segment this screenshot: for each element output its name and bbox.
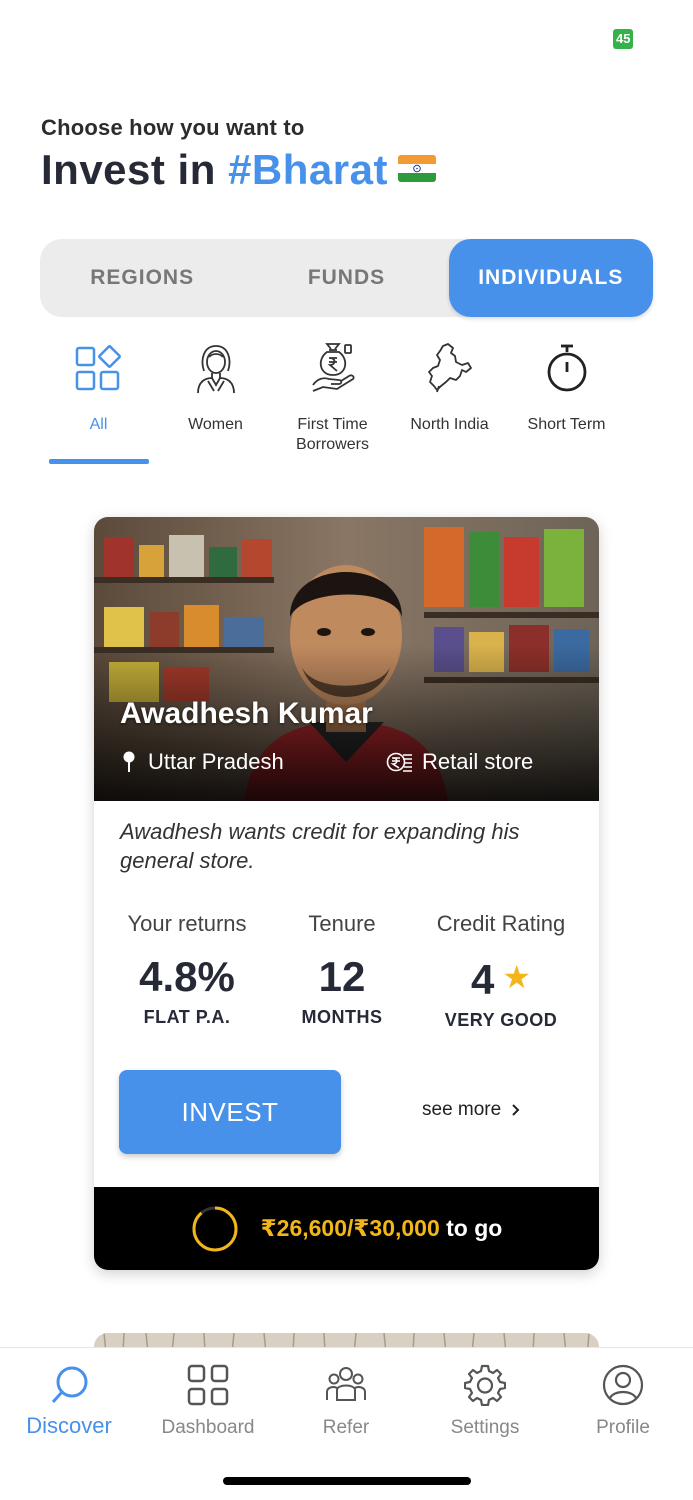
invest-button[interactable]: INVEST (119, 1070, 341, 1154)
location-label: Uttar Pradesh (148, 749, 284, 774)
category-filter-row: All Women First Time Borrowers North Ind… (40, 337, 653, 467)
user-circle-icon (602, 1364, 644, 1406)
category-label: All (89, 416, 108, 433)
segment-funds[interactable]: FUNDS (244, 239, 448, 317)
progress-ring (192, 1206, 238, 1251)
segment-control: REGIONS FUNDS INDIVIDUALS (40, 239, 653, 317)
borrower-business: Retail store (386, 749, 533, 775)
tab-refer[interactable]: Refer (277, 1364, 415, 1439)
tab-dashboard[interactable]: Dashboard (139, 1364, 277, 1439)
business-label: Retail store (422, 749, 534, 774)
segment-regions[interactable]: REGIONS (40, 239, 244, 317)
location-pin-icon (123, 751, 135, 772)
progress-suffix: to go (439, 1215, 503, 1241)
progress-amount: ₹26,600/₹30,000 (260, 1215, 440, 1241)
see-more-label: see more (422, 1099, 502, 1120)
category-label: Women (188, 416, 243, 433)
category-short-term[interactable]: Short Term (508, 337, 625, 435)
page-subtitle: Choose how you want to (41, 115, 305, 140)
stat-tenure: Tenure 12 MONTHS (287, 911, 397, 1028)
page-title: Invest in #Bharat (41, 146, 436, 194)
stat-heading: Tenure (308, 911, 376, 936)
stat-returns: Your returns 4.8% FLAT P.A. (120, 911, 254, 1028)
stat-heading: Your returns (127, 911, 247, 936)
stopwatch-icon (539, 337, 595, 399)
progress-text: ₹26,600/₹30,000 to go (261, 1215, 503, 1242)
segment-individuals[interactable]: INDIVIDUALS (448, 239, 653, 317)
home-indicator (223, 1477, 471, 1485)
borrower-location: Uttar Pradesh (122, 749, 284, 775)
status-badge: 45 (613, 29, 633, 49)
stat-heading: Credit Rating (436, 911, 566, 936)
tab-label: Dashboard (161, 1417, 255, 1438)
title-prefix: Invest in (41, 146, 229, 193)
tab-label: Profile (596, 1417, 650, 1438)
india-map-icon (422, 337, 478, 399)
tab-label: Discover (26, 1413, 112, 1438)
title-accent: #Bharat (228, 146, 388, 193)
tab-discover[interactable]: Discover (0, 1364, 138, 1439)
borrower-name: Awadhesh Kumar (120, 697, 373, 730)
category-label: First Time Borrowers (296, 416, 369, 453)
category-north-india[interactable]: North India (391, 337, 508, 435)
tab-settings[interactable]: Settings (416, 1364, 554, 1439)
woman-icon (188, 337, 244, 399)
stat-value: 4.8% (139, 953, 235, 1000)
borrower-card[interactable]: Awadhesh Kumar Uttar Pradesh Retail stor… (94, 517, 599, 1270)
category-women[interactable]: Women (157, 337, 274, 435)
stat-credit-rating: Credit Rating 4 ★ VERY GOOD (422, 911, 580, 1031)
money-hand-icon (305, 337, 361, 399)
star-icon: ★ (502, 959, 532, 995)
chevron-right-icon (512, 1104, 520, 1116)
stat-unit: FLAT P.A. (143, 1007, 231, 1027)
tab-label: Settings (450, 1417, 520, 1438)
borrower-description: Awadhesh wants credit for expanding his … (120, 819, 520, 873)
search-icon (51, 1366, 88, 1404)
gear-icon (463, 1364, 507, 1407)
people-group-icon (326, 1367, 366, 1401)
category-label: North India (410, 416, 489, 433)
funding-progress-bar: ₹26,600/₹30,000 to go (94, 1187, 599, 1270)
stat-unit: MONTHS (301, 1007, 383, 1027)
category-label: Short Term (527, 416, 606, 433)
stat-unit: VERY GOOD (444, 1010, 558, 1030)
stat-value: 12 (318, 953, 366, 1000)
tab-label: Refer (322, 1417, 370, 1438)
grid-shapes-icon (71, 337, 127, 399)
see-more-link[interactable]: see more (422, 1099, 520, 1121)
dashboard-grid-icon (187, 1364, 229, 1406)
rating-value: 4 (470, 956, 495, 1003)
tab-profile[interactable]: Profile (554, 1364, 692, 1439)
active-category-underline (49, 459, 149, 464)
rupee-coins-icon (386, 752, 412, 772)
category-first-time-borrowers[interactable]: First Time Borrowers (274, 337, 391, 455)
borrower-photo: Awadhesh Kumar Uttar Pradesh Retail stor… (94, 517, 599, 801)
category-all[interactable]: All (40, 337, 157, 435)
stat-value: 4 ★ (422, 955, 580, 1002)
india-flag-icon (397, 155, 436, 183)
